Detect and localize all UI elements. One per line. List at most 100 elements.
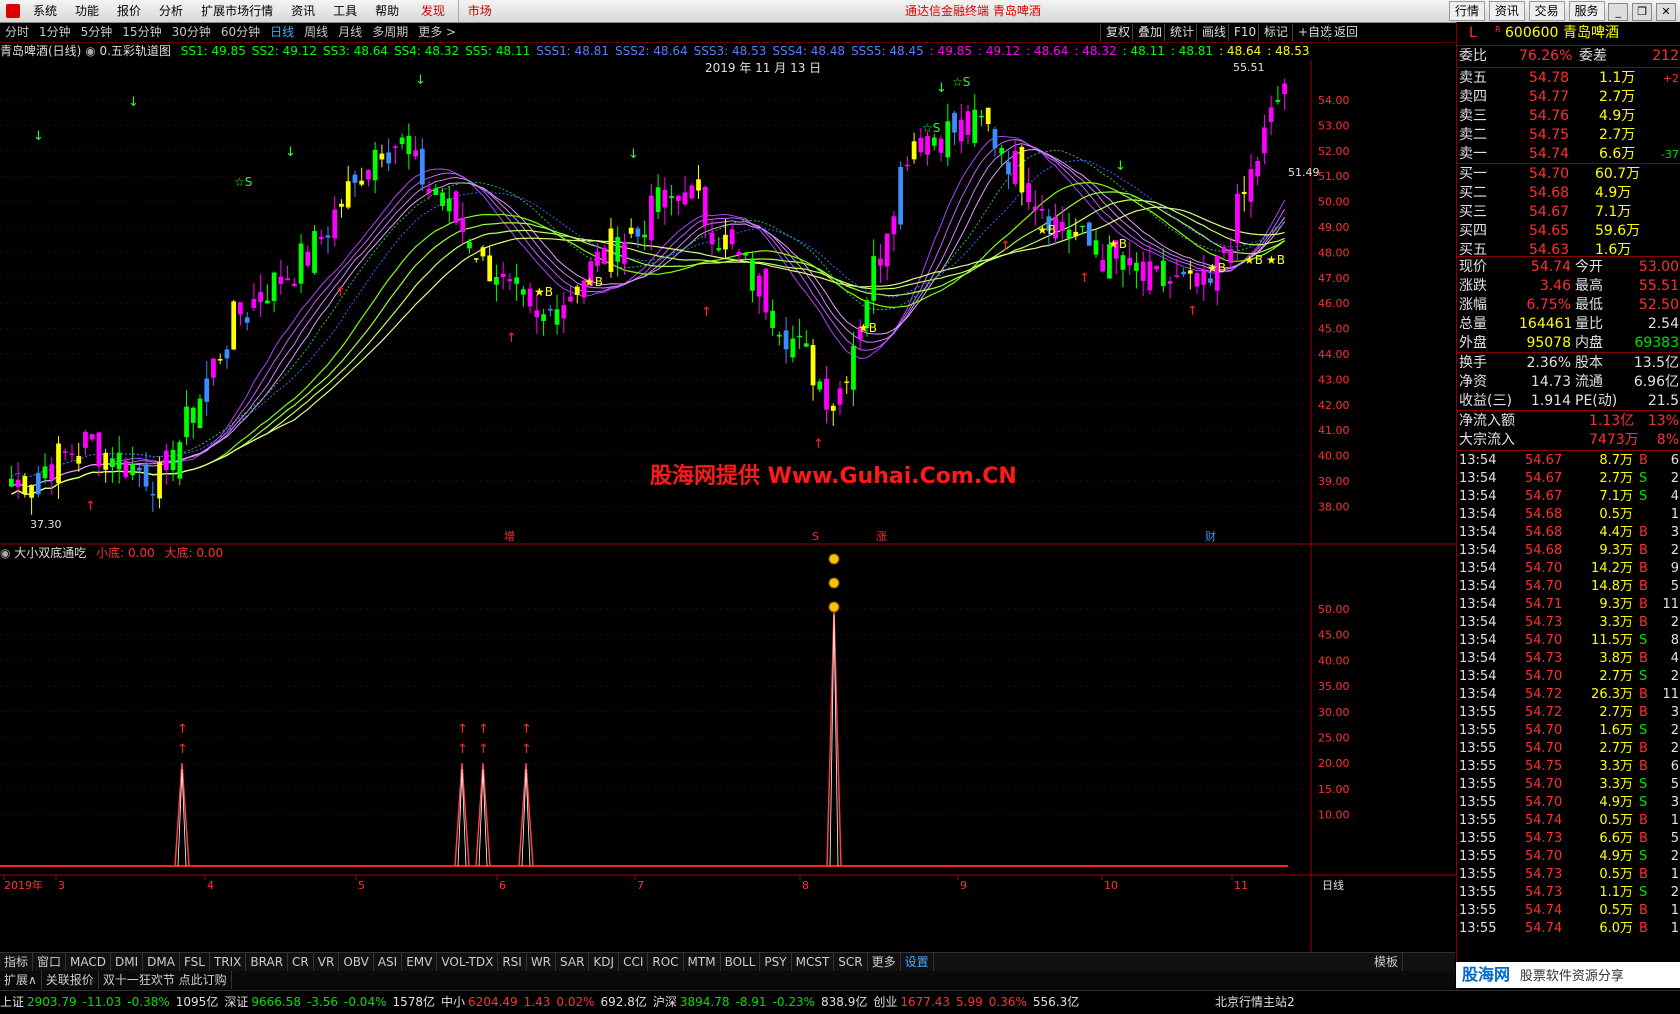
chart-tool-button[interactable]: 画线 bbox=[1196, 24, 1231, 41]
server-name[interactable]: 北京行情主站2 bbox=[1215, 991, 1295, 1014]
period-tab[interactable]: 60分钟 bbox=[216, 23, 265, 42]
tick-time: 13:54 bbox=[1459, 507, 1497, 522]
chart-tool-button[interactable]: 叠加 bbox=[1132, 24, 1167, 41]
chart-tool-button[interactable]: 标记 bbox=[1258, 24, 1293, 41]
indicator-tab[interactable]: BRAR bbox=[246, 953, 289, 971]
period-tab[interactable]: 日线 bbox=[265, 23, 299, 42]
index-value: 2903.79 bbox=[27, 995, 77, 1009]
indicator-tab[interactable]: KDJ bbox=[589, 953, 620, 971]
indicator-toggle-icon[interactable]: ◉ bbox=[85, 44, 99, 58]
event-marker[interactable]: S bbox=[812, 530, 819, 543]
indicator-tab[interactable]: RSI bbox=[498, 953, 527, 971]
indicator-tab[interactable]: CR bbox=[288, 953, 314, 971]
indicator-tab[interactable]: MACD bbox=[66, 953, 112, 971]
menu-right-button[interactable]: 资讯 bbox=[1488, 1, 1525, 21]
close-icon[interactable]: ✕ bbox=[1656, 3, 1676, 21]
indicator-tab[interactable]: CCI bbox=[619, 953, 649, 971]
legend-value: SS5: 48.11 bbox=[465, 44, 531, 58]
event-marker[interactable]: 增 bbox=[504, 529, 515, 543]
indicator-tab[interactable]: PSY bbox=[760, 953, 792, 971]
period-tab[interactable]: 多周期 bbox=[367, 23, 413, 42]
indicator-tab[interactable]: VOL-TDX bbox=[437, 953, 499, 971]
period-tab[interactable]: 更多 > bbox=[413, 23, 461, 42]
menu-item[interactable]: 扩展市场行情 bbox=[192, 0, 282, 22]
candle-body bbox=[29, 484, 34, 498]
indicator-tab[interactable]: ROC bbox=[648, 953, 684, 971]
kline-chart-area[interactable]: ↑↑↑↑↑↑↑↑↓↓↓↓↓↓↓★B★B★B★B★B★B★B ★B☆S☆S☆S 54… bbox=[0, 60, 1456, 952]
index-quote[interactable]: 沪深 3894.78 -8.91 -0.23% 838.9亿 bbox=[653, 991, 868, 1014]
indicator-name[interactable]: 0.五彩轨道图 bbox=[100, 44, 171, 58]
indicator-tab[interactable]: SCR bbox=[834, 953, 868, 971]
period-tab[interactable]: 5分钟 bbox=[76, 23, 118, 42]
extension-tab[interactable]: 扩展∧ bbox=[0, 971, 42, 989]
indicator-tab[interactable]: BOLL bbox=[721, 953, 761, 971]
minimize-icon[interactable]: _ bbox=[1608, 3, 1629, 21]
stat-label: 收益(三) bbox=[1459, 393, 1512, 409]
chart-tool-button[interactable]: 返回 bbox=[1328, 24, 1363, 41]
index-quote[interactable]: 深证 9666.58 -3.56 -0.04% 1578亿 bbox=[224, 991, 435, 1014]
period-tab[interactable]: 周线 bbox=[299, 23, 333, 42]
tick-count: 2 bbox=[1670, 885, 1679, 900]
menu-item[interactable]: 工具 bbox=[324, 0, 366, 22]
indicator-tab[interactable]: SAR bbox=[556, 953, 590, 971]
indicator-tab[interactable]: TRIX bbox=[210, 953, 247, 971]
period-tab[interactable]: 分时 bbox=[0, 23, 34, 42]
sub-toggle-icon[interactable]: ◉ bbox=[0, 546, 14, 560]
menu-item[interactable]: 分析 bbox=[150, 0, 192, 22]
index-quote[interactable]: 创业 1677.43 5.99 0.36% 556.3亿 bbox=[873, 991, 1079, 1014]
chart-tool-button[interactable]: 复权 bbox=[1100, 24, 1135, 41]
sub-indicator-name[interactable]: 大小双底通吃 bbox=[14, 546, 86, 560]
menu-item[interactable]: 帮助 bbox=[366, 0, 408, 22]
menu-discover[interactable]: 发现 bbox=[412, 0, 454, 22]
menu-market[interactable]: 市场 bbox=[457, 0, 501, 22]
indicator-tab[interactable]: 指标 bbox=[0, 953, 34, 971]
stat-row: 换手 2.36% 股本 13.5亿 bbox=[1459, 354, 1679, 373]
period-tab[interactable]: 15分钟 bbox=[117, 23, 166, 42]
menu-right-button[interactable]: 服务 bbox=[1568, 1, 1605, 21]
menu-item[interactable]: 资讯 bbox=[282, 0, 324, 22]
menu-right-button[interactable]: 行情 bbox=[1448, 1, 1485, 21]
chart-tool-button[interactable]: 统计 bbox=[1164, 24, 1199, 41]
tick-price: 54.75 bbox=[1525, 759, 1563, 774]
signal-markers: ↑↑↑↑↑↑↑↑↓↓↓↓↓↓↓★B★B★B★B★B★B★B ★B☆S☆S☆S bbox=[33, 73, 1285, 514]
template-button[interactable]: 模板 bbox=[1370, 953, 1404, 971]
indicator-tab[interactable]: MCST bbox=[792, 953, 835, 971]
event-marker[interactable]: 财 bbox=[1205, 529, 1216, 543]
extension-tab[interactable]: 双十一狂欢节 点此订购 bbox=[99, 971, 232, 989]
indicator-tab[interactable]: WR bbox=[527, 953, 557, 971]
indicator-tab[interactable]: MTM bbox=[684, 953, 721, 971]
tick-side: B bbox=[1639, 741, 1648, 756]
indicator-tab[interactable]: 更多 bbox=[868, 953, 901, 971]
bid-qty: 59.6万 bbox=[1595, 223, 1641, 239]
indicator-tab[interactable]: 窗口 bbox=[33, 953, 67, 971]
indicator-tab[interactable]: DMA bbox=[143, 953, 180, 971]
menu-item[interactable]: 系统 bbox=[24, 0, 66, 22]
period-tab[interactable]: 1分钟 bbox=[34, 23, 76, 42]
ask-row: 卖五 54.78 1.1万 +2 bbox=[1459, 69, 1679, 88]
restore-icon[interactable]: ❐ bbox=[1632, 3, 1653, 21]
ask-price: 54.75 bbox=[1529, 127, 1570, 143]
tick-count: 8 bbox=[1670, 633, 1679, 648]
event-marker[interactable]: 涨 bbox=[876, 530, 887, 543]
indicator-tab[interactable]: FSL bbox=[180, 953, 210, 971]
candle-body bbox=[339, 203, 344, 207]
menu-right-button[interactable]: 交易 bbox=[1528, 1, 1565, 21]
tick-side: B bbox=[1639, 543, 1648, 558]
extension-tab[interactable]: 关联报价 bbox=[42, 971, 99, 989]
trade-tick-row: 13:54 54.67 7.1万 S 4 bbox=[1459, 488, 1679, 506]
indicator-tab[interactable]: EMV bbox=[402, 953, 438, 971]
index-quote[interactable]: 上证 2903.79 -11.03 -0.38% 1095亿 bbox=[0, 991, 218, 1014]
index-quote[interactable]: 中小 6204.49 1.43 0.02% 692.8亿 bbox=[441, 991, 647, 1014]
indicator-tab[interactable]: DMI bbox=[111, 953, 144, 971]
menu-item[interactable]: 报价 bbox=[108, 0, 150, 22]
indicator-tab[interactable]: 设置 bbox=[901, 953, 934, 971]
index-pct: 0.02% bbox=[556, 995, 595, 1009]
menu-item[interactable]: 功能 bbox=[66, 0, 108, 22]
indicator-tab[interactable]: OBV bbox=[339, 953, 374, 971]
stat-value: 1.914 bbox=[1530, 393, 1571, 409]
indicator-tab[interactable]: ASI bbox=[374, 953, 403, 971]
period-tab[interactable]: 月线 bbox=[333, 23, 367, 42]
indicator-tab[interactable]: VR bbox=[314, 953, 340, 971]
period-tab[interactable]: 30分钟 bbox=[167, 23, 216, 42]
chart-tool-button[interactable]: F10 bbox=[1228, 24, 1261, 41]
